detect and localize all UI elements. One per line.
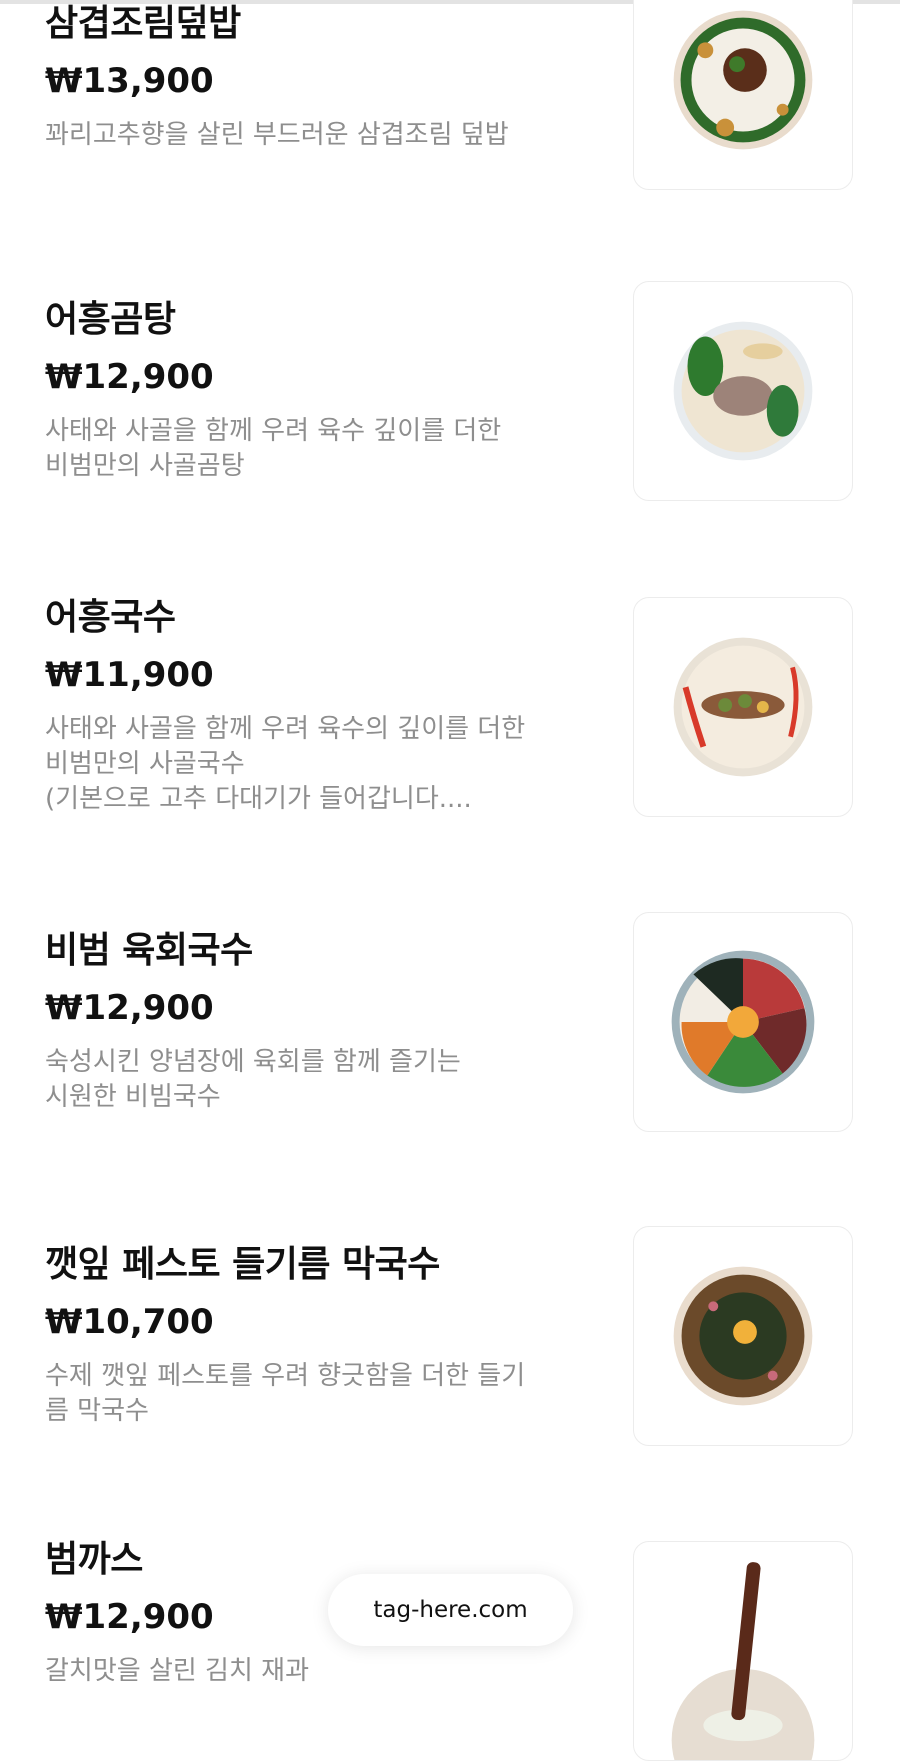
menu-item-price: ₩12,900 [45,357,214,397]
menu-item-photo[interactable] [633,597,853,817]
site-link-pill[interactable]: tag-here.com [328,1574,573,1646]
menu-item-photo[interactable] [633,1541,853,1761]
menu-item-photo[interactable] [633,1226,853,1446]
pork-cutlet-image [671,1562,815,1760]
menu-item-name: 범까스 [45,1539,143,1580]
menu-item-name: 깻잎 페스토 들기름 막국수 [45,1244,440,1285]
menu-item-name: 삼겹조림덮밥 [45,3,241,44]
menu-item-name: 어흥곰탕 [45,299,176,340]
menu-item-photo[interactable] [633,0,853,190]
perilla-noodle-image [673,1266,813,1406]
menu-item-price: ₩12,900 [45,988,214,1028]
menu-item-description: 숙성시킨 양념장에 육회를 함께 즐기는 시원한 비빔국수 [45,1047,461,1112]
noodle-bowl-image [673,637,813,777]
menu-item-price: ₩11,900 [45,655,214,695]
menu-item-name: 비범 육회국수 [45,930,253,971]
menu-item-description: 사태와 사골을 함께 우려 육수 깊이를 더한 비범만의 사골곰탕 [45,416,502,481]
soup-bowl-image [673,321,813,461]
menu-item-price: ₩13,900 [45,61,214,101]
bibim-noodle-image [671,950,815,1094]
menu-item-description: 사태와 사골을 함께 우려 육수의 깊이를 더한 비범만의 사골국수 (기본으로… [45,714,526,814]
rice-bowl-image [673,10,813,150]
menu-item-name: 어흥국수 [45,597,176,638]
site-link-text[interactable]: tag-here.com [373,1597,527,1623]
menu-item-description: 수제 깻잎 페스토를 우려 향긋함을 더한 들기 름 막국수 [45,1361,526,1426]
menu-item-price: ₩10,700 [45,1302,214,1342]
menu-item-photo[interactable] [633,281,853,501]
menu-item-description: 갈치맛을 살린 김치 재과 [45,1656,309,1686]
menu-item-description: 꽈리고추향을 살린 부드러운 삼겹조림 덮밥 [45,120,509,150]
menu-item-price: ₩12,900 [45,1597,214,1637]
menu-item-photo[interactable] [633,912,853,1132]
